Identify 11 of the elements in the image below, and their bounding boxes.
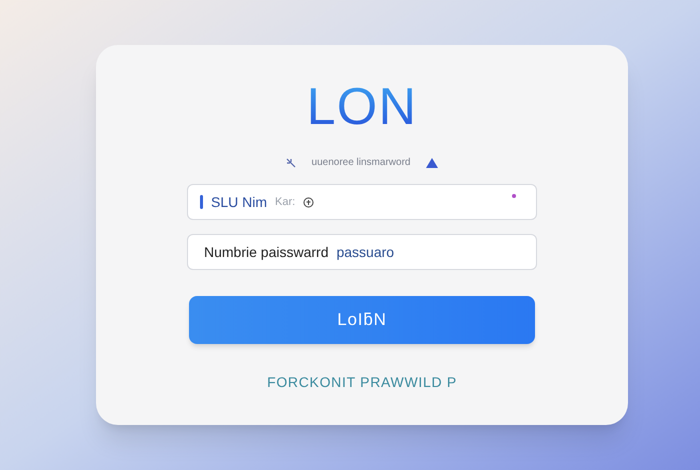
circle-icon	[303, 196, 314, 208]
username-value: SLU Nim	[211, 192, 268, 212]
forgot-password-link[interactable]: FORCKONIT PRAWWILD P	[267, 372, 457, 393]
password-suffix: passuaro	[336, 242, 394, 262]
username-hint: Kar:	[275, 194, 296, 210]
subtitle: uuenoree linsmarword	[310, 156, 412, 170]
triangle-icon	[426, 158, 438, 168]
password-value: Numbrie paisswarrd	[204, 242, 328, 262]
login-button[interactable]: LoIƃN	[189, 296, 535, 344]
password-field[interactable]: Numbrie paisswarrd passuaro	[187, 234, 537, 270]
username-field[interactable]: SLU Nim Kar:	[187, 184, 537, 220]
